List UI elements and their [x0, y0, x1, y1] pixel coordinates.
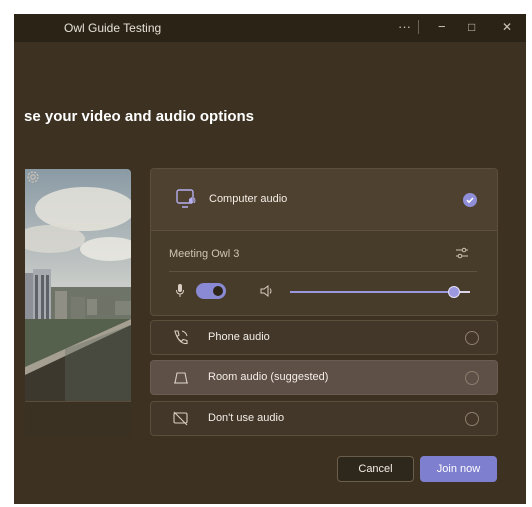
volume-slider-thumb[interactable]: [447, 286, 460, 298]
toggle-knob: [213, 286, 223, 296]
cancel-button[interactable]: Cancel: [337, 456, 414, 482]
no-audio-icon: [173, 411, 188, 426]
room-audio-option[interactable]: Room audio (suggested): [150, 360, 498, 395]
audio-device-label: Meeting Owl 3: [169, 248, 240, 260]
room-audio-label: Room audio (suggested): [208, 371, 329, 383]
video-preview: [25, 169, 131, 437]
volume-slider-fill: [290, 291, 454, 293]
phone-icon: [174, 330, 188, 345]
phone-audio-label: Phone audio: [208, 331, 270, 343]
device-divider: [169, 271, 477, 272]
phone-audio-option[interactable]: Phone audio: [150, 320, 498, 355]
maximize-button[interactable]: □: [468, 19, 475, 35]
preview-toolbar: [25, 401, 131, 437]
close-button[interactable]: ✕: [502, 19, 512, 35]
selected-check-icon: [463, 193, 477, 207]
no-audio-radio[interactable]: [465, 412, 479, 426]
camera-feed-image: [25, 169, 131, 401]
sliders-icon[interactable]: [455, 246, 469, 260]
window-title: Owl Guide Testing: [64, 21, 162, 35]
microphone-toggle[interactable]: [196, 283, 226, 299]
title-bar: Owl Guide Testing ··· − □ ✕: [14, 14, 526, 42]
title-divider: [418, 20, 419, 34]
speaker-icon: [260, 285, 272, 297]
join-now-button[interactable]: Join now: [420, 456, 497, 482]
minimize-button[interactable]: −: [438, 19, 446, 35]
no-audio-label: Don't use audio: [208, 412, 285, 424]
computer-audio-label: Computer audio: [209, 193, 288, 205]
page-title: se your video and audio options: [24, 108, 255, 125]
room-icon: [174, 372, 188, 384]
computer-audio-icon: [176, 189, 196, 208]
computer-audio-panel: Computer audio Meeting Owl 3: [150, 168, 498, 316]
phone-audio-radio[interactable]: [465, 331, 479, 345]
volume-slider[interactable]: [290, 286, 470, 298]
room-audio-radio[interactable]: [465, 371, 479, 385]
join-options-window: Owl Guide Testing ··· − □ ✕ se your vide…: [14, 14, 526, 504]
gear-icon[interactable]: [25, 169, 41, 185]
microphone-icon: [176, 284, 184, 297]
computer-audio-option[interactable]: Computer audio: [151, 169, 497, 231]
more-options-button[interactable]: ···: [398, 19, 411, 35]
no-audio-option[interactable]: Don't use audio: [150, 401, 498, 436]
